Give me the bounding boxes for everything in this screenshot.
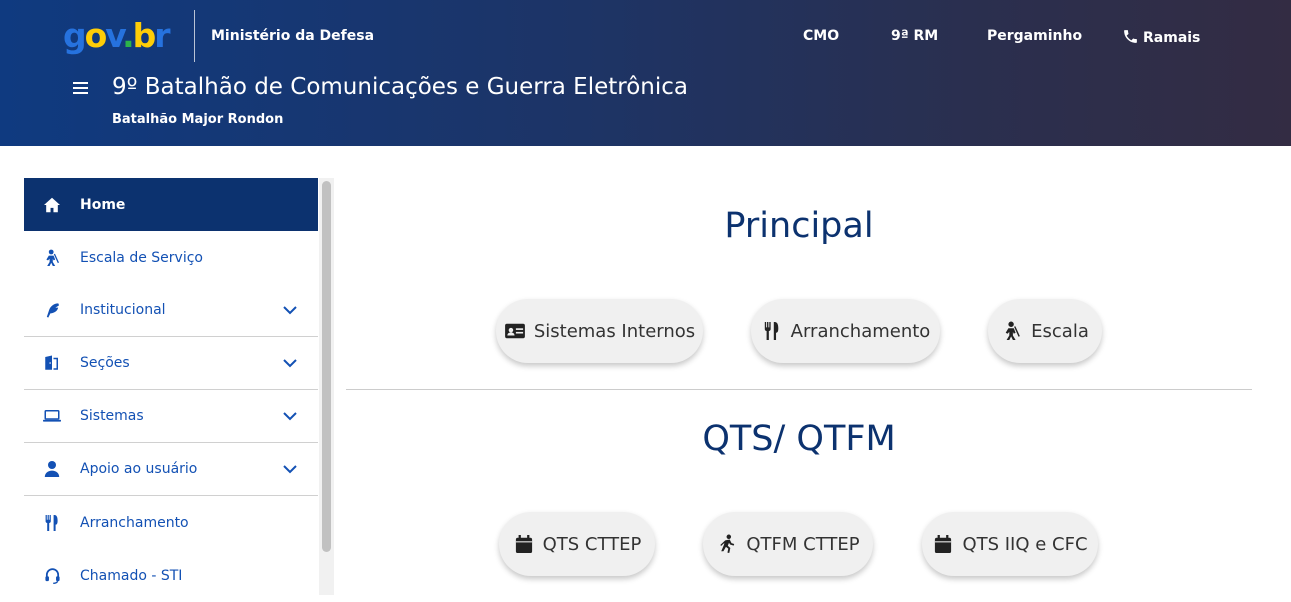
chevron-down-icon[interactable]: [282, 461, 298, 477]
sidebar-item-label: Sistemas: [80, 408, 144, 424]
ramais-label: Ramais: [1143, 30, 1201, 46]
sidebar-item-label: Institucional: [80, 302, 166, 318]
hamburger-menu-icon[interactable]: [73, 82, 88, 96]
toplink-cmo[interactable]: CMO: [803, 28, 839, 44]
qtfm-cttep-button[interactable]: QTFM CTTEP: [703, 512, 873, 576]
calendar-icon: [932, 533, 954, 555]
chevron-down-icon[interactable]: [282, 302, 298, 318]
sidebar-item-label: Home: [80, 196, 126, 213]
section-title-principal: Principal: [724, 206, 874, 246]
logo-letter: o: [84, 16, 108, 55]
qts-iiq-e-cfc-button[interactable]: QTS IIQ e CFC: [922, 512, 1098, 576]
chevron-down-icon[interactable]: [282, 355, 298, 371]
id-card-icon: [504, 320, 526, 342]
button-label: QTS CTTEP: [542, 533, 642, 555]
arranchamento-button[interactable]: Arranchamento: [751, 299, 940, 363]
feather-icon: [43, 301, 61, 319]
logo-letter: .: [122, 16, 134, 55]
sidebar-item-chamado-sti[interactable]: Chamado - STI: [24, 549, 318, 602]
sidebar-item-secoes[interactable]: Seções: [24, 337, 318, 390]
escala-button[interactable]: Escala: [988, 299, 1102, 363]
site-title: 9º Batalhão de Comunicações e Guerra Ele…: [112, 74, 688, 100]
button-label: Escala: [1031, 320, 1089, 342]
sidebar-item-apoio-ao-usuario[interactable]: Apoio ao usuário: [24, 443, 318, 496]
sidebar-item-label: Escala de Serviço: [80, 249, 203, 266]
section-title-qts-qtfm: QTS/ QTFM: [702, 419, 896, 459]
sidebar-item-home[interactable]: Home: [24, 178, 318, 231]
door-icon: [43, 354, 61, 372]
logo-letter: g: [63, 16, 87, 55]
button-label: QTS IIQ e CFC: [962, 533, 1088, 555]
utensils-icon: [761, 320, 783, 342]
qts-cttep-button[interactable]: QTS CTTEP: [499, 512, 655, 576]
toplink-pergaminho[interactable]: Pergaminho: [987, 28, 1082, 44]
section-divider: [346, 389, 1252, 390]
sistemas-internos-button[interactable]: Sistemas Internos: [496, 299, 703, 363]
button-label: Arranchamento: [790, 320, 931, 342]
sidebar-item-label: Chamado - STI: [80, 567, 183, 584]
home-icon: [43, 196, 61, 214]
sidebar-item-label: Arranchamento: [80, 514, 189, 531]
chevron-down-icon[interactable]: [282, 408, 298, 424]
ministry-label: Ministério da Defesa: [211, 28, 375, 44]
user-icon: [43, 460, 61, 478]
sidebar-item-escala-de-servico[interactable]: Escala de Serviço: [24, 231, 318, 284]
toplink-9rm[interactable]: 9ª RM: [891, 28, 938, 44]
headset-icon: [43, 567, 61, 585]
soldier-icon: [43, 249, 61, 267]
toplink-ramais[interactable]: Ramais: [1122, 28, 1200, 46]
logo-letter: b: [132, 16, 157, 55]
button-label: Sistemas Internos: [533, 320, 696, 342]
site-subtitle: Batalhão Major Rondon: [112, 112, 284, 127]
running-icon: [716, 533, 738, 555]
govbr-logo[interactable]: gov.br: [63, 14, 171, 58]
phone-icon: [1124, 30, 1137, 43]
site-header: gov.br Ministério da Defesa CMO 9ª RM Pe…: [0, 0, 1291, 146]
logo-letter: v: [105, 16, 124, 55]
sidebar-menu: Home Escala de Serviço Institucional Seç…: [24, 178, 318, 595]
sidebar-item-sistemas[interactable]: Sistemas: [24, 390, 318, 443]
logo-letter: r: [154, 16, 170, 55]
sidebar-item-arranchamento[interactable]: Arranchamento: [24, 496, 318, 549]
calendar-icon: [513, 533, 535, 555]
sidebar-scrollbar-thumb[interactable]: [322, 181, 331, 552]
soldier-icon: [1001, 320, 1023, 342]
sidebar-item-label: Seções: [80, 355, 130, 371]
header-divider: [194, 10, 195, 62]
laptop-icon: [43, 407, 61, 425]
button-label: QTFM CTTEP: [746, 533, 860, 555]
utensils-icon: [43, 514, 61, 532]
sidebar-item-label: Apoio ao usuário: [80, 461, 198, 477]
sidebar-item-institucional[interactable]: Institucional: [24, 284, 318, 337]
